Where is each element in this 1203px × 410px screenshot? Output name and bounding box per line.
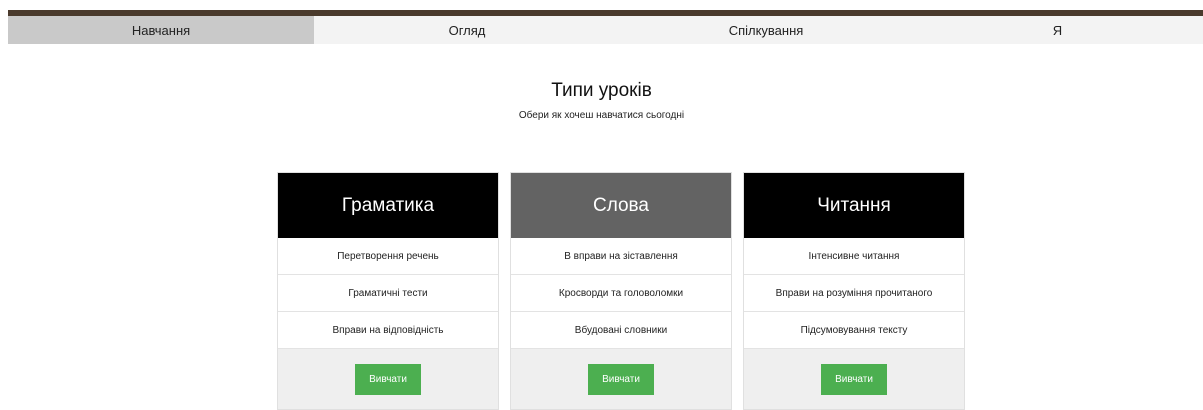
lesson-type-cards: Граматика Перетворення речень Граматичні… <box>277 172 965 410</box>
page-title: Типи уроків <box>551 80 652 101</box>
card-title: Слова <box>592 194 650 216</box>
card-title: Граматика <box>341 194 435 216</box>
card-footer: Вивчати <box>511 349 731 409</box>
nav-tab-label: Огляд <box>448 22 486 38</box>
nav-tab-label: Я <box>1052 22 1063 38</box>
card-grammar: Граматика Перетворення речень Граматичні… <box>277 172 499 410</box>
card-feature-item: В вправи на зіставлення <box>511 238 731 275</box>
nav-tab-label: Навчання <box>131 22 191 38</box>
card-words: Слова В вправи на зіставлення Кросворди … <box>510 172 732 410</box>
nav-tab-learning[interactable]: Навчання <box>8 16 314 44</box>
card-header: Слова <box>511 173 731 238</box>
card-reading: Читання Інтенсивне читання Вправи на роз… <box>743 172 965 410</box>
learn-reading-button[interactable]: Вивчати <box>821 364 887 395</box>
card-feature-item: Вправи на відповідність <box>278 312 498 349</box>
card-footer: Вивчати <box>744 349 964 409</box>
page-subtitle: Обери як хочеш навчатися сьогодні <box>518 110 685 121</box>
main-nav: Навчання Огляд Спілкування Я <box>8 16 1203 44</box>
card-title: Читання <box>817 194 891 216</box>
card-feature-item: Кросворди та головоломки <box>511 275 731 312</box>
card-feature-item: Інтенсивне читання <box>744 238 964 275</box>
card-feature-item: Підсумовування тексту <box>744 312 964 349</box>
card-header: Граматика <box>278 173 498 238</box>
card-footer: Вивчати <box>278 349 498 409</box>
nav-tab-label: Спілкування <box>728 22 804 38</box>
nav-tab-communication[interactable]: Спілкування <box>620 16 912 44</box>
learn-grammar-button[interactable]: Вивчати <box>355 364 421 395</box>
card-feature-item: Вправи на розуміння прочитаного <box>744 275 964 312</box>
learn-words-button[interactable]: Вивчати <box>588 364 654 395</box>
card-feature-item: Граматичні тести <box>278 275 498 312</box>
card-feature-item: Перетворення речень <box>278 238 498 275</box>
nav-tab-overview[interactable]: Огляд <box>314 16 620 44</box>
card-header: Читання <box>744 173 964 238</box>
nav-tab-me[interactable]: Я <box>912 16 1203 44</box>
card-feature-item: Вбудовані словники <box>511 312 731 349</box>
